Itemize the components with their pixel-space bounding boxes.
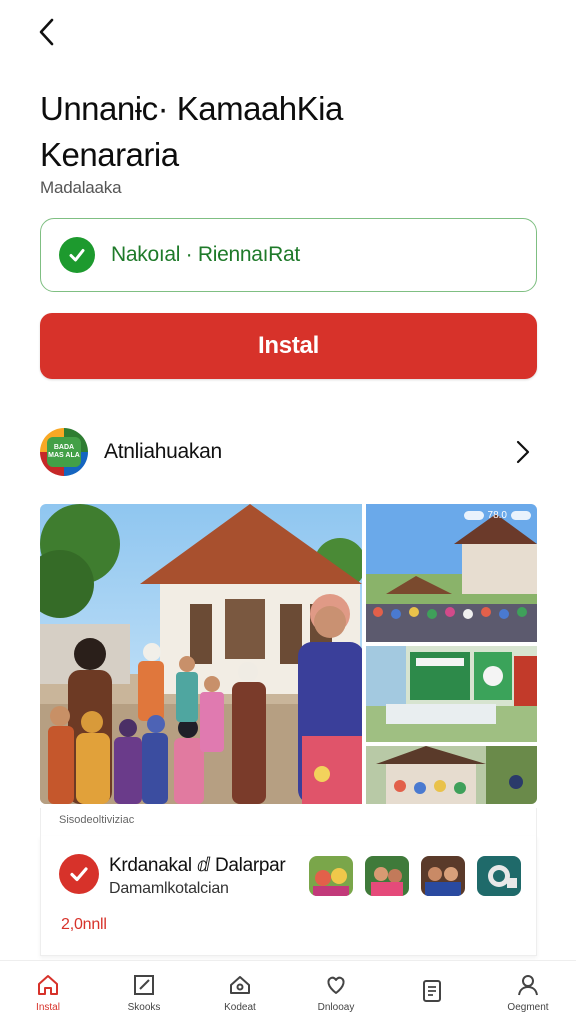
- screenshot-side[interactable]: 78.0: [366, 504, 537, 804]
- user-icon: [518, 975, 538, 996]
- screenshot-side-top: 78.0: [366, 504, 537, 642]
- nav-item-install[interactable]: Instal: [12, 972, 84, 1013]
- nav-label-install: Instal: [36, 1002, 60, 1013]
- app-detail-page: Unnanɨc· KamaahKia Kenararia Madalaaka N…: [0, 0, 576, 1024]
- home-outline-icon: [230, 976, 250, 994]
- developer-name: Atnliahuakan: [104, 440, 222, 463]
- edit-icon: [134, 975, 154, 995]
- screenshot-main[interactable]: [40, 504, 362, 804]
- nav-item-skooks[interactable]: Skooks: [108, 972, 180, 1013]
- heart-icon: [327, 976, 345, 994]
- banner-exhibit-photo: [366, 646, 537, 742]
- back-button[interactable]: [30, 14, 66, 50]
- book-icon: [423, 979, 441, 1002]
- nav-label-oegment: Oegment: [507, 1002, 549, 1013]
- promo-subtitle: Damamlkotalcian: [109, 880, 229, 897]
- app-title-line2: Kenararia: [40, 136, 179, 173]
- chevron-right-icon: [516, 440, 530, 464]
- promo-thumbnails: [309, 856, 521, 896]
- screenshot-side-middle: [366, 646, 537, 742]
- market-photo: [366, 746, 537, 804]
- promo-thumbnail[interactable]: [477, 856, 521, 896]
- developer-row[interactable]: BADA MAS ALA Atnliahuakan: [40, 424, 537, 480]
- promo-title: Krdanakal ⅆ Dalarpar: [109, 855, 286, 876]
- gallery-caption: Sisodeoltiviziac: [40, 808, 537, 836]
- app-title-line1: Unnanɨc· KamaahKia: [40, 90, 343, 127]
- promo-price: 2,0nnll: [61, 916, 107, 933]
- developer-logo-text: BADA MAS ALA: [47, 437, 81, 467]
- verified-banner: Nakoıal · RiennaıRat: [40, 218, 537, 292]
- screenshot-gallery: 78.0: [40, 504, 537, 804]
- nav-label-kodeat: Kodeat: [224, 1002, 256, 1013]
- promo-card[interactable]: Krdanakal ⅆ Dalarpar Damamlkotalcian 2,0…: [40, 836, 537, 956]
- nav-label-skooks: Skooks: [127, 1002, 161, 1013]
- screenshot-side-bottom: [366, 746, 537, 804]
- nav-item-oegment[interactable]: Oegment: [492, 972, 564, 1013]
- app-title: Unnanɨc· KamaahKia Kenararia: [40, 86, 540, 178]
- home-icon: [38, 975, 58, 995]
- status-bar: 78.0: [463, 510, 531, 521]
- developer-logo: BADA MAS ALA: [40, 428, 88, 476]
- battery-icon: [463, 511, 484, 520]
- check-circle-icon: [59, 237, 95, 273]
- nav-item-book[interactable]: [396, 978, 468, 1008]
- status-time: 78.0: [487, 510, 507, 521]
- promo-thumbnail[interactable]: [309, 856, 353, 896]
- badge-check-icon: [59, 854, 99, 894]
- verified-text: Nakoıal · RiennaıRat: [111, 243, 300, 266]
- install-button[interactable]: Instal: [40, 313, 537, 379]
- bottom-navigation: Instal Skooks Kodeat Dnlooay Oegment: [0, 960, 576, 1024]
- promo-thumbnail[interactable]: [365, 856, 409, 896]
- chevron-left-icon: [39, 18, 54, 46]
- village-school-photo: [40, 504, 362, 804]
- nav-item-kodeat[interactable]: Kodeat: [204, 972, 276, 1013]
- nav-item-dnlooay[interactable]: Dnlooay: [300, 972, 372, 1013]
- promo-thumbnail[interactable]: [421, 856, 465, 896]
- app-developer-subtitle: Madalaaka: [40, 178, 122, 197]
- signal-icon: [511, 511, 531, 520]
- gathering-photo: [366, 504, 537, 642]
- nav-label-dnlooay: Dnlooay: [317, 1002, 355, 1013]
